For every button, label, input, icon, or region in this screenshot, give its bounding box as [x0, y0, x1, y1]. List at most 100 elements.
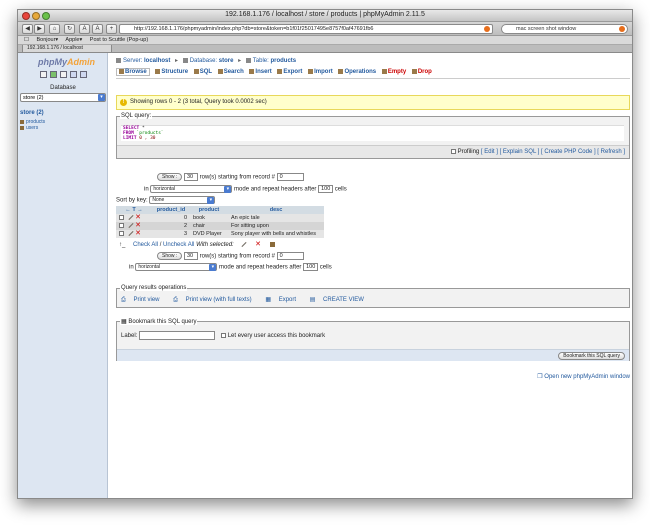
table-icon — [245, 57, 251, 63]
sql-action-links[interactable]: [ Edit ] [ Explain SQL ] [ Create PHP Co… — [481, 149, 625, 155]
column-header-product[interactable]: product — [190, 206, 228, 214]
tab-operations[interactable]: Operations — [338, 69, 376, 75]
bookmark-label-input[interactable] — [139, 331, 216, 340]
tab-label: Empty — [387, 69, 407, 76]
reload-nav-icon[interactable] — [80, 71, 87, 78]
home-button[interactable]: ⌂ — [49, 24, 60, 34]
profiling-checkbox[interactable] — [450, 148, 456, 154]
arrow-left-icon[interactable]: ← — [125, 207, 131, 213]
tab-structure[interactable]: Structure — [155, 69, 188, 75]
uncheck-all-link[interactable]: Uncheck All — [163, 242, 194, 248]
breadcrumb-server[interactable]: localhost — [144, 58, 170, 64]
repeat-headers-input[interactable]: 100 — [318, 185, 334, 193]
mode-select[interactable]: horizontal ▾ — [150, 185, 233, 193]
export-selected-icon[interactable] — [269, 242, 275, 247]
breadcrumb-table-label: Table: — [252, 58, 269, 64]
browser-tab[interactable]: 192.168.1.176 / localhost — [22, 45, 112, 53]
sidebar-table-users[interactable]: users — [20, 125, 38, 131]
sql-query-legend: SQL query: — [120, 113, 153, 119]
show-button[interactable]: Show : — [157, 173, 183, 181]
structure-icon — [155, 69, 161, 74]
query-window-icon[interactable] — [50, 71, 57, 78]
tab-drop[interactable]: Drop — [411, 69, 432, 75]
docs-icon[interactable] — [70, 71, 77, 78]
database-select[interactable]: store (2) ▾ — [20, 93, 106, 102]
table-row: ✕ 0 book An epic tale — [116, 214, 324, 222]
show-button[interactable]: Show : — [157, 252, 183, 260]
clear-search-icon[interactable] — [619, 26, 625, 32]
sort-key-select[interactable]: None ▾ — [149, 196, 216, 204]
print-icon: ⎙ — [121, 297, 126, 303]
sql-icon[interactable] — [60, 71, 67, 78]
start-record-input[interactable]: 0 — [276, 173, 304, 181]
column-toggle-icon[interactable]: T — [132, 207, 135, 213]
forward-button[interactable]: ▶ — [34, 24, 45, 34]
bookmark-bonjour[interactable]: Bonjour▾ — [36, 37, 58, 43]
row-checkbox[interactable] — [119, 223, 124, 229]
bookmark-apple[interactable]: Apple▾ — [65, 37, 82, 43]
tab-empty[interactable]: Empty — [381, 69, 407, 76]
bookmark-query-button[interactable]: Bookmark this SQL query — [558, 352, 625, 360]
breadcrumb-database[interactable]: store — [219, 58, 234, 64]
mode-select[interactable]: horizontal ▾ — [135, 263, 218, 271]
delete-icon[interactable]: ✕ — [135, 230, 141, 237]
new-window-label: Open new phpMyAdmin window — [544, 374, 630, 380]
rows-input[interactable]: 30 — [183, 252, 198, 260]
export-link[interactable]: ▦ Export — [265, 297, 302, 303]
bookmark-legend-text: Bookmark this SQL query — [128, 319, 197, 325]
text-smaller-button[interactable]: A — [79, 24, 90, 34]
breadcrumb-table[interactable]: products — [270, 58, 296, 64]
table-header-row: ← T → product_id product desc — [116, 206, 324, 214]
cells-text: cells — [319, 264, 332, 271]
add-bookmark-button[interactable]: + — [106, 24, 117, 34]
row-checkbox[interactable] — [119, 215, 124, 221]
home-icon[interactable] — [40, 71, 47, 78]
let-every-user-checkbox[interactable] — [220, 333, 226, 338]
column-header-product-id[interactable]: product_id — [152, 206, 190, 214]
row-checkbox[interactable] — [119, 231, 124, 237]
sort-row: Sort by key: None ▾ — [116, 196, 216, 204]
print-full-link[interactable]: ⎙ Print view (with full texts) — [173, 297, 258, 303]
table-name: users — [26, 125, 39, 131]
reload-button[interactable]: ↻ — [64, 24, 75, 34]
column-header-desc[interactable]: desc — [228, 206, 324, 214]
tab-import[interactable]: Import — [308, 69, 333, 75]
address-bar[interactable]: http://192.168.1.176/phpmyadmin/index.ph… — [119, 24, 493, 34]
edit-icon[interactable] — [128, 215, 134, 221]
print-view-link[interactable]: ⎙ Print view — [121, 297, 166, 303]
phpmyadmin-logo[interactable]: phpMyAdmin — [38, 57, 95, 67]
delete-icon[interactable]: ✕ — [135, 222, 141, 229]
back-button[interactable]: ◀ — [22, 24, 33, 34]
edit-selected-icon[interactable] — [241, 242, 247, 247]
bookmark-scuttle[interactable]: Post to Scuttle (Pop-up) — [90, 37, 148, 43]
new-window-link[interactable]: ❐ Open new phpMyAdmin window — [537, 373, 630, 380]
sql-line-3: LIMIT 0 , 30 — [123, 136, 624, 141]
repeat-headers-input[interactable]: 100 — [303, 263, 319, 271]
database-link[interactable]: store (2) — [20, 110, 44, 116]
row-controls: ✕ — [116, 222, 152, 230]
search-input[interactable]: mac screen shot window — [501, 24, 628, 34]
sql-query-footer: Profiling [ Edit ] [ Explain SQL ] [ Cre… — [117, 145, 629, 158]
tab-search[interactable]: Search — [217, 69, 244, 75]
reading-list-icon[interactable]: ☐ — [24, 37, 29, 43]
text-bigger-button[interactable]: A — [92, 24, 103, 34]
tab-insert[interactable]: Insert — [249, 69, 272, 75]
tab-sql[interactable]: SQL — [193, 69, 212, 75]
edit-icon[interactable] — [128, 223, 134, 229]
tab-browse[interactable]: Browse — [116, 68, 150, 77]
tab-export[interactable]: Export — [277, 69, 302, 75]
cell-product-id: 2 — [152, 222, 190, 230]
select-arrow-icon: ▾ — [224, 186, 232, 193]
create-view-link[interactable]: ▤ CREATE VIEW — [310, 297, 370, 303]
bookmark-query-box: ▦ Bookmark this SQL query Label: Let eve… — [116, 318, 630, 361]
mode-text: mode and repeat headers after — [219, 264, 302, 271]
rows-input[interactable]: 30 — [183, 173, 198, 181]
breadcrumb-separator-icon: ▸ — [175, 58, 179, 64]
delete-selected-icon[interactable]: ✕ — [255, 241, 261, 248]
start-record-input[interactable]: 0 — [276, 252, 304, 260]
check-all-link[interactable]: Check All — [133, 242, 158, 248]
arrow-right-icon[interactable]: → — [137, 207, 143, 213]
edit-icon[interactable] — [128, 231, 134, 237]
delete-icon[interactable]: ✕ — [135, 214, 141, 221]
rss-icon[interactable] — [484, 26, 490, 32]
